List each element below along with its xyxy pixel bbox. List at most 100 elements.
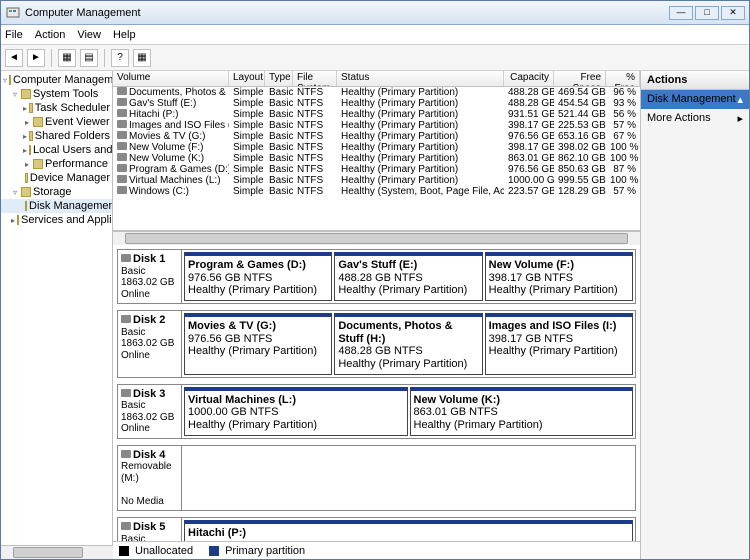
partition[interactable]: Gav's Stuff (E:)488.28 GB NTFSHealthy (P…: [334, 252, 482, 301]
volume-row[interactable]: Images and ISO Files (I:)SimpleBasicNTFS…: [113, 120, 640, 131]
menu-file[interactable]: File: [5, 29, 23, 41]
partition[interactable]: Virtual Machines (L:)1000.00 GB NTFSHeal…: [184, 387, 408, 436]
col-type[interactable]: Type: [265, 71, 293, 86]
volume-row[interactable]: Windows (C:)SimpleBasicNTFSHealthy (Syst…: [113, 186, 640, 197]
col-volume[interactable]: Volume: [113, 71, 229, 86]
tree-shared-folders[interactable]: ▸Shared Folders: [1, 129, 112, 143]
disk-partitions: Movies & TV (G:)976.56 GB NTFSHealthy (P…: [182, 311, 635, 377]
menu-view[interactable]: View: [77, 29, 101, 41]
disk-info[interactable]: Disk 3Basic1863.02 GBOnline: [118, 385, 182, 438]
partition[interactable]: New Volume (F:)398.17 GB NTFSHealthy (Pr…: [485, 252, 633, 301]
disk-icon: [121, 254, 131, 262]
disk-partitions: Program & Games (D:)976.56 GB NTFSHealth…: [182, 250, 635, 303]
tree-scrollbar[interactable]: [1, 545, 113, 559]
tree-root[interactable]: ▿Computer Management (Local: [1, 73, 112, 87]
col-status[interactable]: Status: [337, 71, 504, 86]
volume-icon: [117, 153, 127, 161]
separator: [51, 49, 52, 67]
disk-partitions: Hitachi (P:)931.51 GB NTFSHealthy (Prima…: [182, 518, 635, 541]
legend-unallocated-swatch: [119, 546, 129, 556]
volume-table-body: Documents, Photos & Stuff (H:)SimpleBasi…: [113, 87, 640, 230]
toolbar-btn-3[interactable]: ▦: [133, 49, 151, 67]
forward-button[interactable]: ►: [27, 49, 45, 67]
volume-icon: [117, 87, 127, 95]
partition[interactable]: Documents, Photos & Stuff (H:)488.28 GB …: [334, 313, 482, 375]
help-button[interactable]: ?: [111, 49, 129, 67]
volume-row[interactable]: Virtual Machines (L:)SimpleBasicNTFSHeal…: [113, 175, 640, 186]
back-button[interactable]: ◄: [5, 49, 23, 67]
tree-disk-management[interactable]: Disk Management: [1, 199, 112, 213]
disk-info[interactable]: Disk 5Basic931.51 GBOnline: [118, 518, 182, 541]
partition[interactable]: Images and ISO Files (I:)398.17 GB NTFSH…: [485, 313, 633, 375]
minimize-button[interactable]: —: [669, 6, 693, 20]
col-pctfree[interactable]: % Free: [606, 71, 640, 86]
close-button[interactable]: ✕: [721, 6, 745, 20]
disk-info[interactable]: Disk 1Basic1863.02 GBOnline: [118, 250, 182, 303]
volume-icon: [117, 109, 127, 117]
tree-performance[interactable]: ▸Performance: [1, 157, 112, 171]
horizontal-scrollbar[interactable]: [113, 231, 640, 245]
tree-storage[interactable]: ▿Storage: [1, 185, 112, 199]
disk-info[interactable]: Disk 4Removable (M:)No Media: [118, 446, 182, 511]
toolbar-btn-1[interactable]: ▦: [58, 49, 76, 67]
titlebar: Computer Management — □ ✕: [1, 1, 749, 25]
center-pane: Volume Layout Type File System Status Ca…: [113, 71, 641, 559]
volume-row[interactable]: New Volume (K:)SimpleBasicNTFSHealthy (P…: [113, 153, 640, 164]
window-title: Computer Management: [25, 7, 669, 19]
toolbar-btn-2[interactable]: ▤: [80, 49, 98, 67]
actions-selected[interactable]: Disk Management▴: [641, 90, 749, 109]
volume-icon: [117, 131, 127, 139]
tree-local-users[interactable]: ▸Local Users and Groups: [1, 143, 112, 157]
disk-row: Disk 5Basic931.51 GBOnlineHitachi (P:)93…: [117, 517, 636, 541]
partition[interactable]: New Volume (K:)863.01 GB NTFSHealthy (Pr…: [410, 387, 634, 436]
empty-partition: [184, 448, 633, 509]
volume-row[interactable]: Movies & TV (G:)SimpleBasicNTFSHealthy (…: [113, 131, 640, 142]
volume-icon: [117, 120, 127, 128]
nav-tree: ▿Computer Management (Local ▿System Tool…: [1, 71, 113, 559]
disk-row: Disk 2Basic1863.02 GBOnlineMovies & TV (…: [117, 310, 636, 378]
separator: [104, 49, 105, 67]
actions-header: Actions: [641, 71, 749, 90]
disk-row: Disk 1Basic1863.02 GBOnlineProgram & Gam…: [117, 249, 636, 304]
actions-pane: Actions Disk Management▴ More Actions▸: [641, 71, 749, 559]
col-capacity[interactable]: Capacity: [504, 71, 554, 86]
volume-icon: [117, 175, 127, 183]
disk-info[interactable]: Disk 2Basic1863.02 GBOnline: [118, 311, 182, 377]
volume-row[interactable]: Hitachi (P:)SimpleBasicNTFSHealthy (Prim…: [113, 109, 640, 120]
volume-icon: [117, 142, 127, 150]
chevron-right-icon: ▸: [737, 112, 743, 125]
volume-row[interactable]: Program & Games (D:)SimpleBasicNTFSHealt…: [113, 164, 640, 175]
tree-system-tools[interactable]: ▿System Tools: [1, 87, 112, 101]
volume-row[interactable]: New Volume (F:)SimpleBasicNTFSHealthy (P…: [113, 142, 640, 153]
tree-task-scheduler[interactable]: ▸Task Scheduler: [1, 101, 112, 115]
volume-row[interactable]: Documents, Photos & Stuff (H:)SimpleBasi…: [113, 87, 640, 98]
menu-help[interactable]: Help: [113, 29, 136, 41]
col-filesystem[interactable]: File System: [293, 71, 337, 86]
disk-icon: [121, 389, 131, 397]
app-icon: [5, 5, 21, 21]
maximize-button[interactable]: □: [695, 6, 719, 20]
legend: Unallocated Primary partition: [113, 541, 640, 559]
partition[interactable]: Program & Games (D:)976.56 GB NTFSHealth…: [184, 252, 332, 301]
col-freespace[interactable]: Free Space: [554, 71, 606, 86]
disk-partitions: Virtual Machines (L:)1000.00 GB NTFSHeal…: [182, 385, 635, 438]
toolbar: ◄ ► ▦ ▤ ? ▦: [1, 45, 749, 71]
tree-device-manager[interactable]: Device Manager: [1, 171, 112, 185]
volume-icon: [117, 164, 127, 172]
col-layout[interactable]: Layout: [229, 71, 265, 86]
disk-row: Disk 3Basic1863.02 GBOnlineVirtual Machi…: [117, 384, 636, 439]
actions-more[interactable]: More Actions▸: [641, 109, 749, 128]
partition[interactable]: Hitachi (P:)931.51 GB NTFSHealthy (Prima…: [184, 520, 633, 541]
disk-icon: [121, 522, 131, 530]
tree-services[interactable]: ▸Services and Applications: [1, 213, 112, 227]
menu-action[interactable]: Action: [35, 29, 66, 41]
legend-unallocated: Unallocated: [135, 545, 193, 557]
disk-icon: [121, 450, 131, 458]
tree-event-viewer[interactable]: ▸Event Viewer: [1, 115, 112, 129]
partition[interactable]: Movies & TV (G:)976.56 GB NTFSHealthy (P…: [184, 313, 332, 375]
disk-icon: [121, 315, 131, 323]
disk-graphical-view: Disk 1Basic1863.02 GBOnlineProgram & Gam…: [113, 245, 640, 541]
legend-primary: Primary partition: [225, 545, 305, 557]
disk-row: Disk 4Removable (M:)No Media: [117, 445, 636, 512]
volume-row[interactable]: Gav's Stuff (E:)SimpleBasicNTFSHealthy (…: [113, 98, 640, 109]
